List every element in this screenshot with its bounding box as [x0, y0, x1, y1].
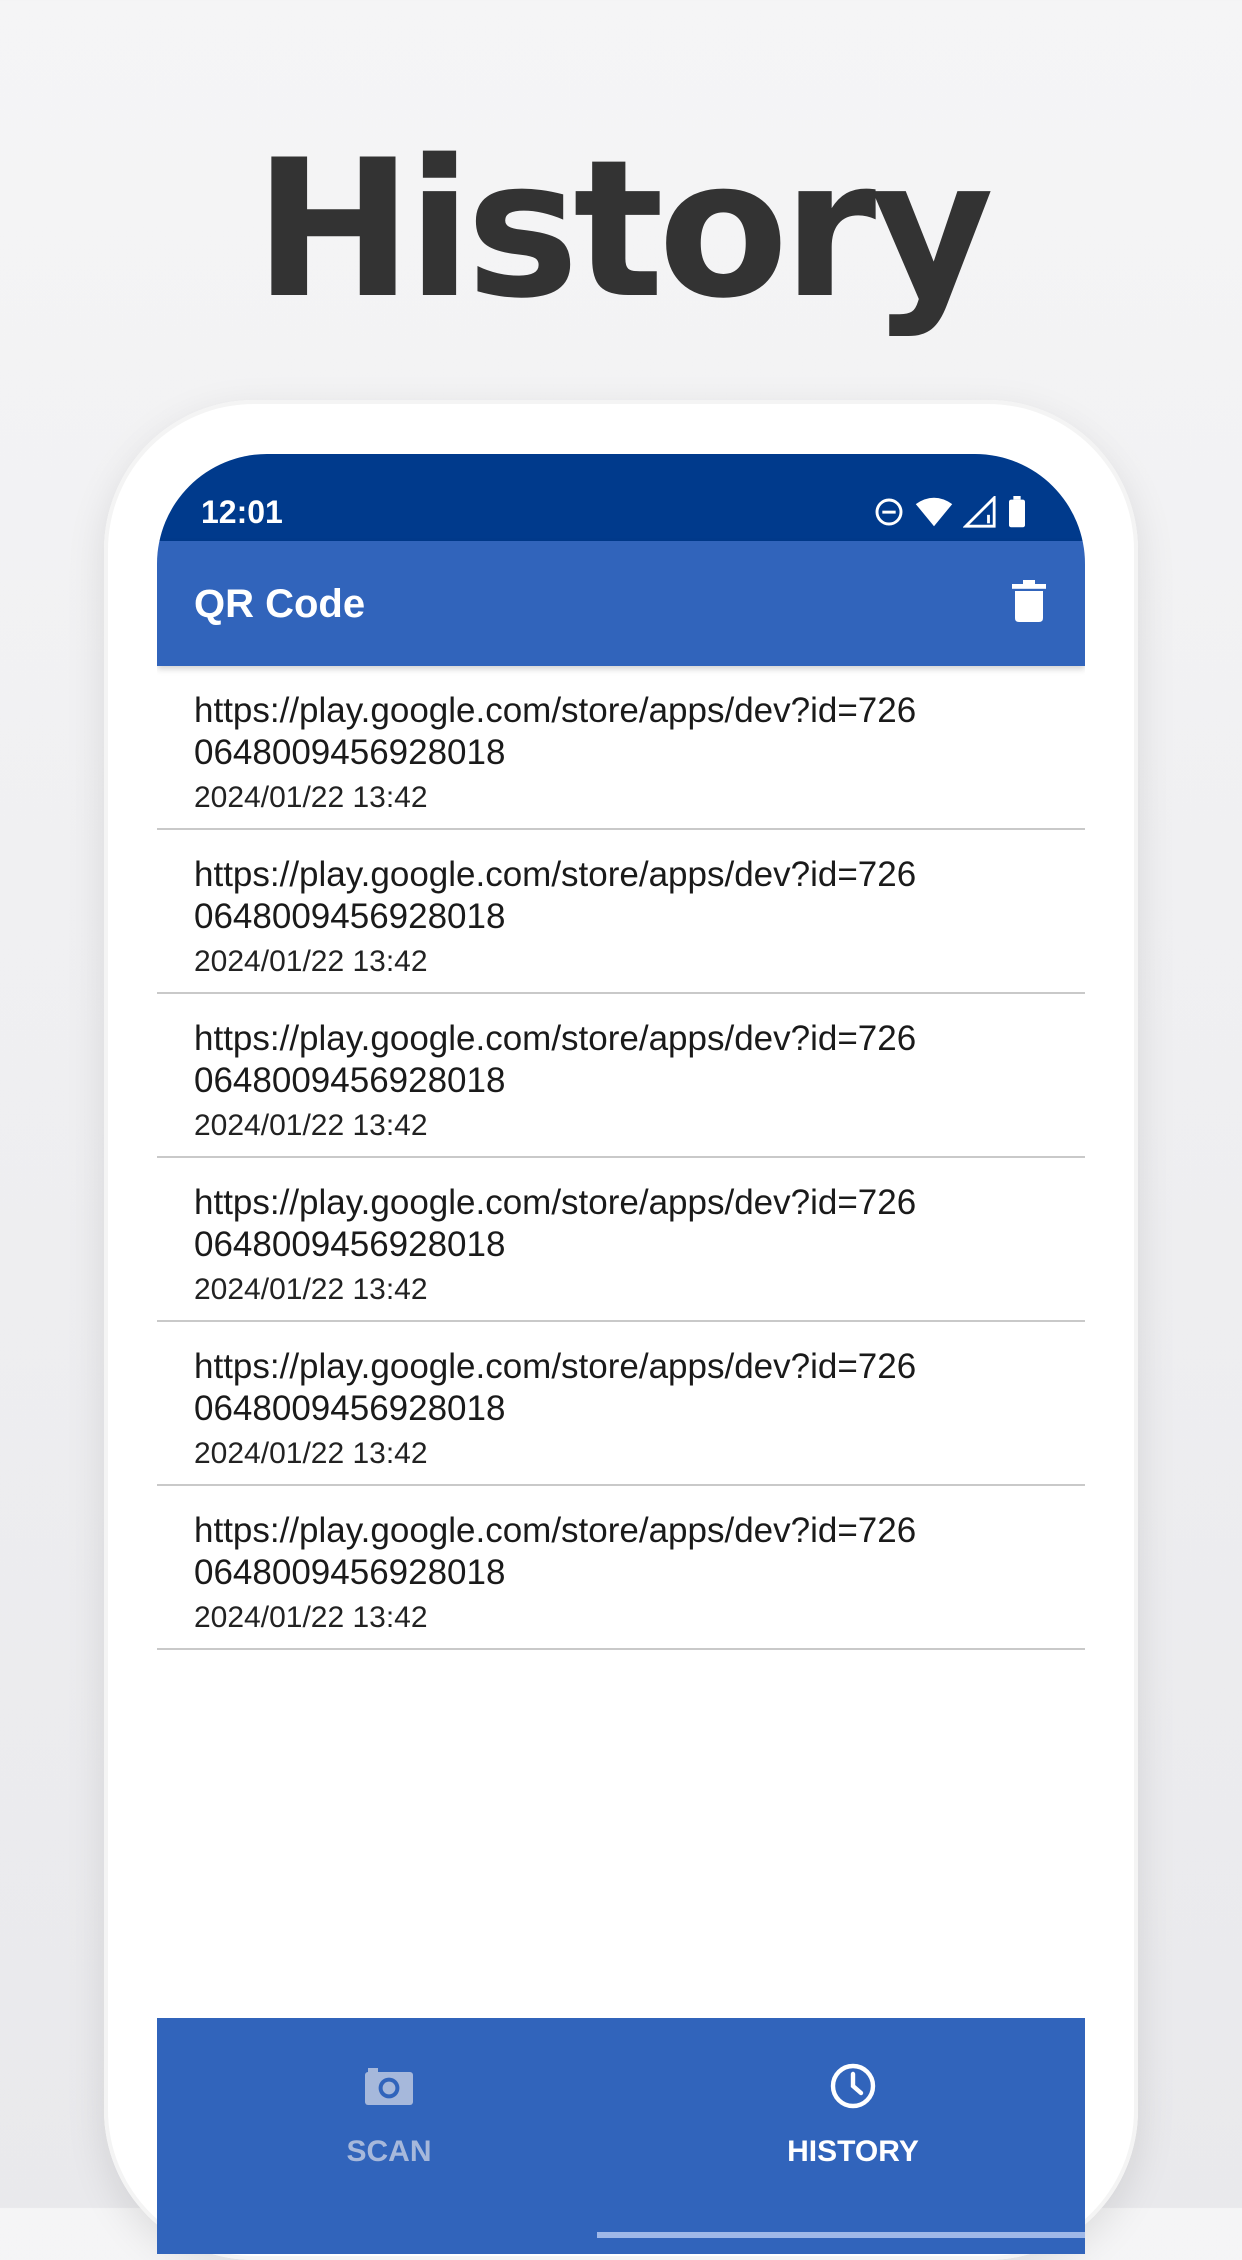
history-item-date: 2024/01/22 13:42 — [194, 945, 428, 978]
history-item-url: https://play.google.com/store/apps/dev?i… — [194, 691, 917, 772]
app-bar: QR Code — [157, 541, 1085, 666]
history-list: https://play.google.com/store/apps/dev?i… — [157, 666, 1085, 1650]
clock-icon — [829, 2062, 877, 2115]
history-item-url: https://play.google.com/store/apps/dev?i… — [194, 1347, 917, 1428]
history-item-date: 2024/01/22 13:42 — [194, 781, 428, 814]
phone-screen: 12:01 QR Code https://play.google.com/st… — [157, 454, 1085, 2254]
status-time: 12:01 — [201, 494, 283, 530]
cell-signal-icon — [963, 496, 997, 528]
battery-icon — [1007, 496, 1027, 528]
history-item-date: 2024/01/22 13:42 — [194, 1601, 428, 1634]
history-list-item[interactable]: https://play.google.com/store/apps/dev?i… — [157, 1322, 1085, 1486]
tab-scan[interactable]: SCAN — [157, 2018, 621, 2254]
history-item-url: https://play.google.com/store/apps/dev?i… — [194, 855, 917, 936]
tab-history-label: HISTORY — [787, 2135, 919, 2168]
wifi-icon — [915, 496, 953, 528]
tab-history[interactable]: HISTORY — [621, 2018, 1085, 2254]
history-list-item[interactable]: https://play.google.com/store/apps/dev?i… — [157, 830, 1085, 994]
selected-tab-indicator — [597, 2232, 1085, 2238]
history-item-url: https://play.google.com/store/apps/dev?i… — [194, 1019, 917, 1100]
history-item-url: https://play.google.com/store/apps/dev?i… — [194, 1511, 917, 1592]
promo-title: History — [253, 119, 994, 340]
status-bar: 12:01 — [157, 454, 1085, 541]
history-list-item[interactable]: https://play.google.com/store/apps/dev?i… — [157, 666, 1085, 830]
delete-icon — [1012, 579, 1046, 627]
status-icons — [873, 494, 1027, 530]
history-list-item[interactable]: https://play.google.com/store/apps/dev?i… — [157, 1486, 1085, 1650]
tab-scan-label: SCAN — [346, 2135, 432, 2168]
history-list-item[interactable]: https://play.google.com/store/apps/dev?i… — [157, 1158, 1085, 1322]
history-item-url: https://play.google.com/store/apps/dev?i… — [194, 1183, 917, 1264]
app-title: QR Code — [194, 582, 366, 626]
do-not-disturb-icon — [873, 496, 905, 528]
camera-icon — [364, 2066, 414, 2111]
history-item-date: 2024/01/22 13:42 — [194, 1437, 428, 1470]
delete-history-button[interactable] — [1001, 575, 1057, 631]
history-item-date: 2024/01/22 13:42 — [194, 1273, 428, 1306]
history-list-item[interactable]: https://play.google.com/store/apps/dev?i… — [157, 994, 1085, 1158]
history-item-date: 2024/01/22 13:42 — [194, 1109, 428, 1142]
bottom-navigation: SCAN HISTORY — [157, 2018, 1085, 2254]
